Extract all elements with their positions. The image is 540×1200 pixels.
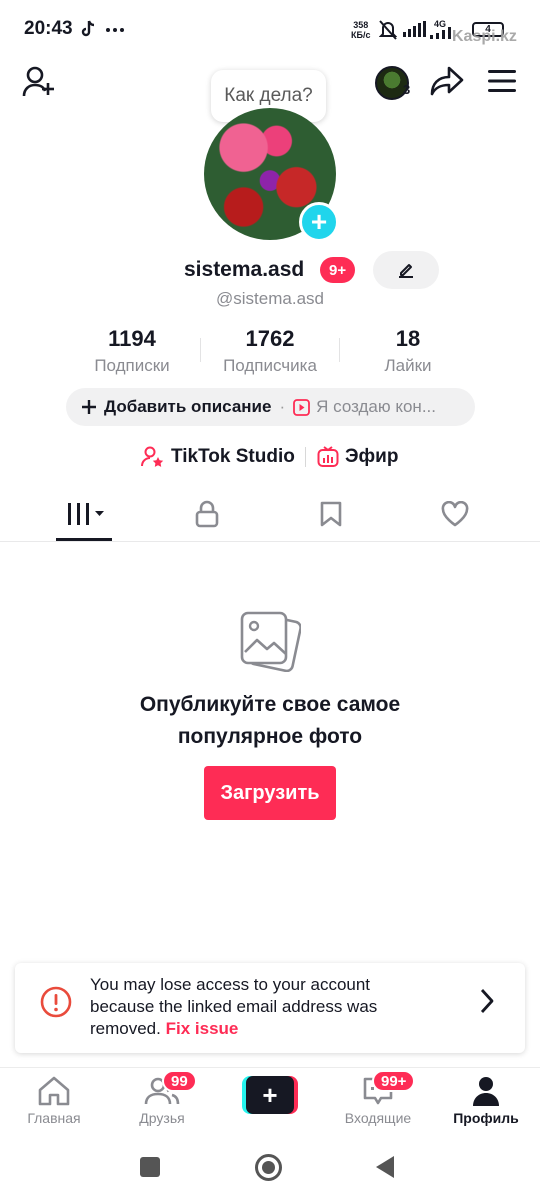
stat-divider [339,338,340,362]
status-time: 20:43 [24,18,73,39]
live-label: Эфир [345,446,399,467]
home-system-button[interactable] [255,1154,282,1181]
live-tv-icon [317,446,339,467]
stat-likes[interactable]: 18 Лайки [343,326,473,376]
username: sistema.asd [184,258,305,281]
nav-inbox-label: Входящие [344,1110,412,1126]
link-divider [305,447,306,467]
creator-category-label: Я создаю кон... [316,397,436,416]
tab-private[interactable] [177,497,237,531]
separator-dot: · [279,397,286,416]
nav-friends-label: Друзья [139,1110,185,1126]
profile-icon [473,1077,499,1106]
lock-icon [195,500,219,528]
nav-profile[interactable]: Профиль [436,1076,536,1132]
recent-apps-button[interactable] [140,1157,160,1177]
stat-value: 1762 [245,326,295,351]
bookmark-icon [320,501,342,527]
pencil-icon [399,264,413,278]
studio-person-icon [141,446,164,467]
username-badge[interactable]: 9+ [320,257,356,283]
add-description-button[interactable]: Добавить описание · Я создаю кон... [66,388,475,426]
menu-icon[interactable] [488,70,516,92]
tab-saved[interactable] [301,497,361,531]
tab-liked[interactable] [425,497,485,531]
photo-stack-icon [239,610,301,672]
inbox-badge: 99+ [372,1070,416,1092]
nav-profile-label: Профиль [453,1110,519,1126]
profile-handle: @sistema.asd [216,289,324,308]
stat-value: 1194 [108,326,156,351]
bottom-nav-divider [0,1067,540,1068]
upload-button[interactable]: Загрузить [204,766,336,820]
create-post-button[interactable]: + [242,1076,298,1114]
stat-label: Подписчика [223,356,317,375]
edit-profile-button[interactable] [373,251,439,289]
stat-divider [200,338,201,362]
heart-icon [441,501,469,527]
share-icon[interactable] [430,66,464,96]
stat-label: Лайки [384,356,432,375]
tab-videos[interactable] [56,497,116,531]
tiktok-studio-label: TikTok Studio [171,446,295,467]
home-system-dot [262,1161,275,1174]
empty-state-title: Опубликуйте свое самое популярное фото [0,689,540,753]
empty-title-line-2: популярное фото [177,725,363,748]
play-square-icon [293,398,311,416]
tiktok-studio-link[interactable]: TikTok Studio [141,444,295,470]
home-icon [38,1076,70,1106]
nav-home-label: Главная [27,1110,81,1126]
nav-home[interactable]: Главная [4,1076,104,1132]
fix-issue-link[interactable]: Fix issue [166,1019,239,1038]
warning-message: You may lose access to your account beca… [90,974,430,1040]
mute-bell-icon [379,20,397,40]
signal-icon-2 [430,27,452,39]
back-button[interactable] [375,1155,395,1179]
stat-following[interactable]: 1194 Подписки [67,326,197,376]
plus-icon: + [246,1076,294,1114]
watermark: Kaspi.kz [452,28,517,45]
stat-value: 18 [395,326,421,351]
live-link[interactable]: Эфир [317,444,398,470]
friend-avatar-count: 3 [403,82,411,97]
add-description-label: Добавить описание [104,397,272,416]
signal-icon [403,21,427,37]
tiktok-note-icon [80,20,96,38]
add-avatar-button[interactable]: + [299,202,339,242]
empty-title-line-1: Опубликуйте свое самое [139,693,401,716]
stat-label: Подписки [94,356,170,375]
network-speed: 358 КБ/с [351,20,371,40]
grid-videos-icon [68,503,104,525]
warning-icon [40,986,72,1018]
tab-divider [0,541,540,542]
more-dots-icon [106,28,124,32]
chevron-right-icon[interactable] [479,988,495,1014]
add-friend-button[interactable] [22,66,56,98]
plus-icon [82,400,96,414]
stat-followers[interactable]: 1762 Подписчика [205,326,335,376]
friends-badge: 99 [162,1070,197,1092]
